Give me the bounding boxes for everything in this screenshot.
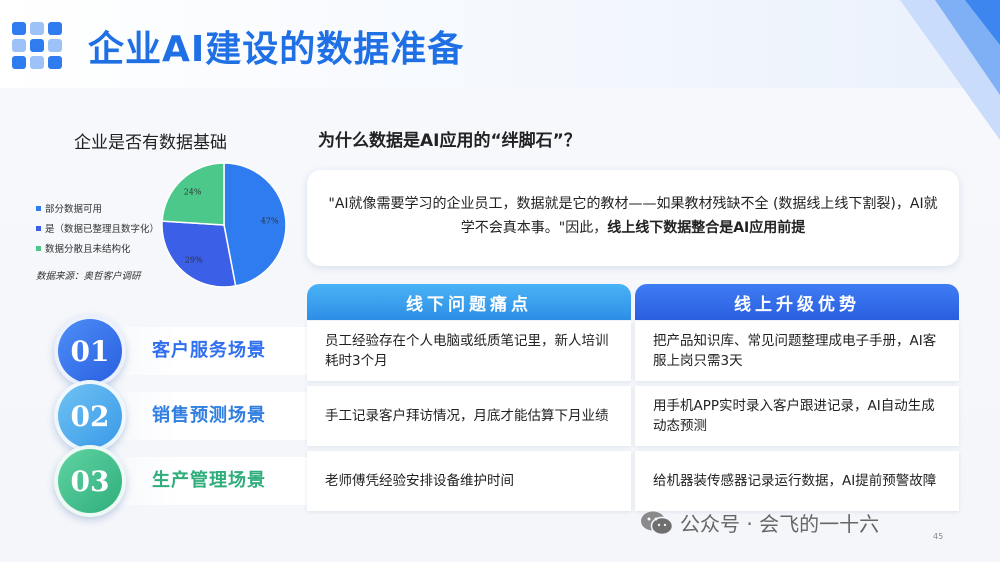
online-text: 给机器装传感器记录运行数据，AI提前预警故障 bbox=[653, 473, 937, 489]
scene-row: 01 客户服务场景 员工经验存在个人电脑或纸质笔记里，新人培训耗时3个月 把产品… bbox=[54, 315, 960, 387]
legend-item: 是（数据已整理且数字化） bbox=[36, 218, 159, 238]
pie-slice-label: 47% bbox=[261, 217, 279, 226]
scene-label: 客户服务场景 bbox=[152, 340, 266, 361]
online-text: 用手机APP实时录入客户跟进记录，AI自动生成动态预测 bbox=[653, 398, 935, 434]
wechat-icon bbox=[641, 511, 674, 535]
offline-cell: 手工记录客户拜访情况，月底才能估算下月业绩 bbox=[307, 386, 631, 446]
online-cell: 给机器装传感器记录运行数据，AI提前预警故障 bbox=[635, 451, 959, 511]
offline-cell: 老师傅凭经验安排设备维护时间 bbox=[307, 451, 631, 511]
pie-slice bbox=[161, 220, 237, 288]
offline-text: 老师傅凭经验安排设备维护时间 bbox=[325, 473, 514, 489]
legend-swatch bbox=[36, 205, 41, 211]
page-title: 企业AI建设的数据准备 bbox=[88, 29, 465, 70]
legend-swatch bbox=[36, 245, 41, 251]
logo-grid-icon bbox=[12, 22, 64, 70]
offline-text: 员工经验存在个人电脑或纸质笔记里，新人培训耗时3个月 bbox=[325, 333, 609, 369]
corner-decoration bbox=[900, 0, 1000, 140]
offline-text: 手工记录客户拜访情况，月底才能估算下月业绩 bbox=[325, 408, 609, 424]
online-cell: 把产品知识库、常见问题整理成电子手册，AI客服上岗只需3天 bbox=[635, 321, 959, 381]
scene-label: 销售预测场景 bbox=[152, 405, 266, 426]
online-text: 把产品知识库、常见问题整理成电子手册，AI客服上岗只需3天 bbox=[653, 333, 937, 369]
pie-chart: 47% 29% 24% bbox=[161, 162, 287, 288]
legend-label: 数据分散且未结构化 bbox=[45, 244, 131, 255]
pie-slice-label: 24% bbox=[184, 188, 202, 197]
scene-label: 生产管理场景 bbox=[152, 470, 266, 491]
legend-item: 部分数据可用 bbox=[36, 198, 159, 218]
quote-emphasis: 线上线下数据整合是AI应用前提 bbox=[607, 220, 806, 236]
pie-legend: 部分数据可用 是（数据已整理且数字化） 数据分散且未结构化 bbox=[36, 198, 159, 258]
column-header-online: 线上升级优势 bbox=[635, 284, 959, 320]
row-number-badge: 03 bbox=[54, 445, 126, 517]
legend-label: 是（数据已整理且数字化） bbox=[45, 224, 160, 235]
legend-swatch bbox=[36, 225, 41, 231]
pie-slice-label: 29% bbox=[185, 255, 203, 264]
watermark-text: 公众号 · 会飞的一十六 bbox=[680, 512, 880, 536]
quote-box: "AI就像需要学习的企业员工，数据就是它的教材——如果教材残缺不全 (数据线上线… bbox=[307, 170, 959, 266]
scene-row: 03 生产管理场景 老师傅凭经验安排设备维护时间 给机器装传感器记录运行数据，A… bbox=[54, 445, 960, 517]
offline-cell: 员工经验存在个人电脑或纸质笔记里，新人培训耗时3个月 bbox=[307, 321, 631, 381]
column-header-offline: 线下问题痛点 bbox=[307, 284, 631, 320]
legend-label: 部分数据可用 bbox=[45, 204, 103, 215]
online-cell: 用手机APP实时录入客户跟进记录，AI自动生成动态预测 bbox=[635, 386, 959, 446]
watermark: 公众号 · 会飞的一十六 bbox=[640, 508, 879, 537]
row-number-badge: 01 bbox=[54, 315, 126, 387]
section-question: 为什么数据是AI应用的“绊脚石”？ bbox=[318, 131, 581, 151]
scene-row: 02 销售预测场景 手工记录客户拜访情况，月底才能估算下月业绩 用手机APP实时… bbox=[54, 380, 960, 452]
data-source: 数据来源：奥哲客户调研 bbox=[36, 271, 141, 282]
row-number-badge: 02 bbox=[54, 380, 126, 452]
page-number: 45 bbox=[933, 532, 944, 541]
legend-item: 数据分散且未结构化 bbox=[36, 238, 159, 258]
pie-chart-title: 企业是否有数据基础 bbox=[74, 133, 227, 153]
